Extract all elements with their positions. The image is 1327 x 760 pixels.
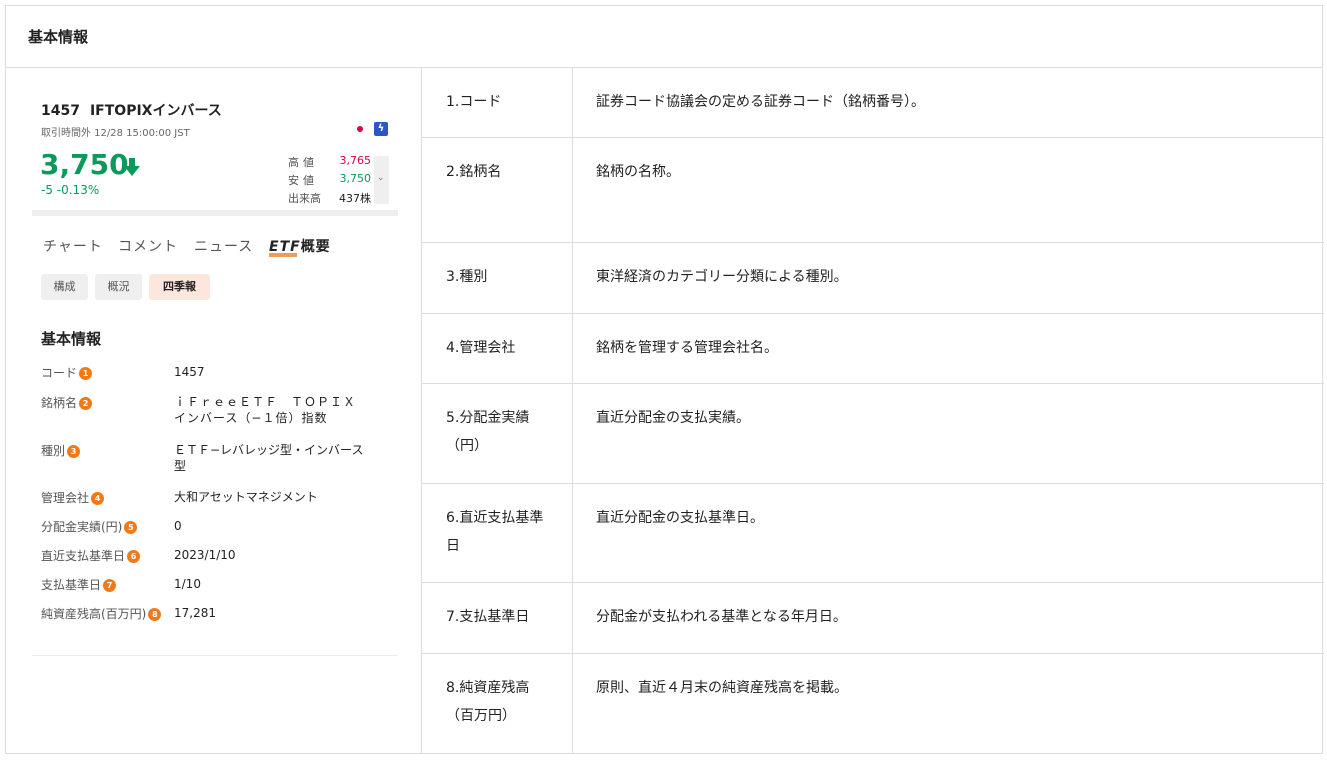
- table-row: 2.銘柄名 銘柄の名称。: [422, 138, 1324, 243]
- def-label: 2.銘柄名: [422, 138, 573, 242]
- row-value-dividend: 0: [174, 519, 182, 533]
- badge-7: 7: [103, 579, 117, 592]
- row-value-recent-date: 2023/1/10: [174, 548, 236, 562]
- def-desc: 証券コード協議会の定める証券コード（銘柄番号）。: [596, 94, 925, 110]
- badge-6: 6: [127, 550, 141, 563]
- expand-toggle[interactable]: ⌄: [374, 156, 389, 204]
- panel-header: 基本情報: [6, 6, 1322, 68]
- basic-info-title: 基本情報: [41, 330, 102, 348]
- def-desc: 原則、直近４月末の純資産残高を掲載。: [596, 680, 848, 696]
- row-label-dividend: 分配金実績(円) 5: [41, 518, 138, 535]
- badge-5: 5: [124, 521, 138, 534]
- row-label-manager: 管理会社 4: [41, 489, 105, 506]
- definition-table: 1.コード 証券コード協議会の定める証券コード（銘柄番号）。 2.銘柄名 銘柄の…: [422, 68, 1324, 754]
- row-value-type: ＥＴＦ−レバレッジ型・インバース型: [174, 443, 364, 473]
- table-row: 3.種別 東洋経済のカテゴリー分類による種別。: [422, 243, 1324, 314]
- def-desc: 直近分配金の支払実績。: [596, 410, 750, 426]
- high-value: 3,765: [339, 154, 372, 167]
- def-label: 5.分配金実績（円）: [422, 384, 573, 483]
- def-desc: 銘柄を管理する管理会社名。: [596, 340, 778, 356]
- stock-code: 1457: [41, 103, 80, 119]
- row-value-net-assets: 17,281: [174, 606, 216, 620]
- left-bottom-divider: [32, 655, 398, 656]
- stock-example-pane: 1457 IFTOPIXインバース 取引時間外 12/28 15:00:00 JS…: [6, 68, 422, 754]
- badge-4: 4: [91, 492, 105, 505]
- price-change: -5 -0.13%: [41, 183, 100, 197]
- row-label-net-assets: 純資産残高(百万円) 8: [41, 605, 162, 622]
- volume-label: 出来高: [288, 192, 321, 205]
- chevron-down-icon: ⌄: [377, 173, 385, 183]
- row-value-record-date: 1/10: [174, 577, 201, 591]
- def-label: 7.支払基準日: [422, 583, 573, 653]
- def-desc: 東洋経済のカテゴリー分類による種別。: [596, 269, 848, 285]
- basic-info-panel: 基本情報 1457 IFTOPIXインバース 取引時間外 12/28 15:00:…: [5, 5, 1324, 754]
- tab-comment[interactable]: コメント: [118, 236, 178, 256]
- low-value: 3,750: [339, 172, 372, 185]
- panel-title: 基本情報: [28, 28, 89, 46]
- def-label: 4.管理会社: [422, 314, 573, 383]
- active-tab-indicator: [269, 253, 297, 257]
- row-label-recent-date: 直近支払基準日 6: [41, 547, 141, 564]
- badge-3: 3: [67, 445, 81, 458]
- table-row: 4.管理会社 銘柄を管理する管理会社名。: [422, 314, 1324, 384]
- row-label-type: 種別 3: [41, 442, 81, 459]
- subtab-shikiho[interactable]: 四季報: [149, 274, 210, 300]
- row-value-manager: 大和アセットマネジメント: [174, 490, 318, 504]
- def-label: 1.コード: [422, 68, 573, 137]
- table-row: 5.分配金実績（円） 直近分配金の支払実績。: [422, 384, 1324, 484]
- flash-icon[interactable]: ϟ: [374, 122, 388, 136]
- down-arrow-icon: [124, 158, 140, 176]
- row-label-code: コード 1: [41, 364, 93, 381]
- def-desc: 直近分配金の支払基準日。: [596, 510, 764, 526]
- def-desc: 銘柄の名称。: [596, 164, 680, 180]
- badge-8: 8: [148, 608, 162, 621]
- high-label: 高値: [288, 156, 318, 169]
- market-status-dot-icon: [357, 126, 363, 132]
- tab-news[interactable]: ニュース: [194, 236, 253, 256]
- card-divider: [32, 210, 398, 216]
- table-row: 6.直近支払基準日 直近分配金の支払基準日。: [422, 484, 1324, 583]
- tab-chart[interactable]: チャート: [43, 236, 103, 256]
- table-row: 7.支払基準日 分配金が支払われる基準となる年月日。: [422, 583, 1324, 654]
- row-value-code: 1457: [174, 365, 205, 379]
- row-label-record-date: 支払基準日 7: [41, 576, 117, 593]
- tab-etf-suffix: 概要: [300, 239, 331, 255]
- row-label-name: 銘柄名 2: [41, 394, 93, 411]
- stock-name: IFTOPIXインバース: [89, 103, 222, 119]
- trade-time: 取引時間外 12/28 15:00:00 JST: [41, 128, 190, 139]
- low-label: 安値: [288, 174, 318, 187]
- def-label: 8.純資産残高（百万円）: [422, 654, 573, 754]
- def-label: 6.直近支払基準日: [422, 484, 573, 582]
- volume-value: 437株: [339, 192, 371, 205]
- row-value-name: ｉＦｒｅｅＥＴＦ ＴＯＰＩＸ インバース（−１倍）指数: [174, 395, 357, 425]
- badge-2: 2: [79, 397, 93, 410]
- badge-1: 1: [79, 367, 93, 380]
- current-price: 3,750: [40, 148, 129, 181]
- table-row: 8.純資産残高（百万円） 原則、直近４月末の純資産残高を掲載。: [422, 654, 1324, 754]
- def-desc: 分配金が支払われる基準となる年月日。: [596, 609, 847, 625]
- subtab-composition[interactable]: 構成: [41, 274, 88, 300]
- stock-title[interactable]: 1457 IFTOPIXインバース: [41, 100, 222, 120]
- table-row: 1.コード 証券コード協議会の定める証券コード（銘柄番号）。: [422, 68, 1324, 138]
- subtab-overview[interactable]: 概況: [95, 274, 142, 300]
- def-label: 3.種別: [422, 243, 573, 313]
